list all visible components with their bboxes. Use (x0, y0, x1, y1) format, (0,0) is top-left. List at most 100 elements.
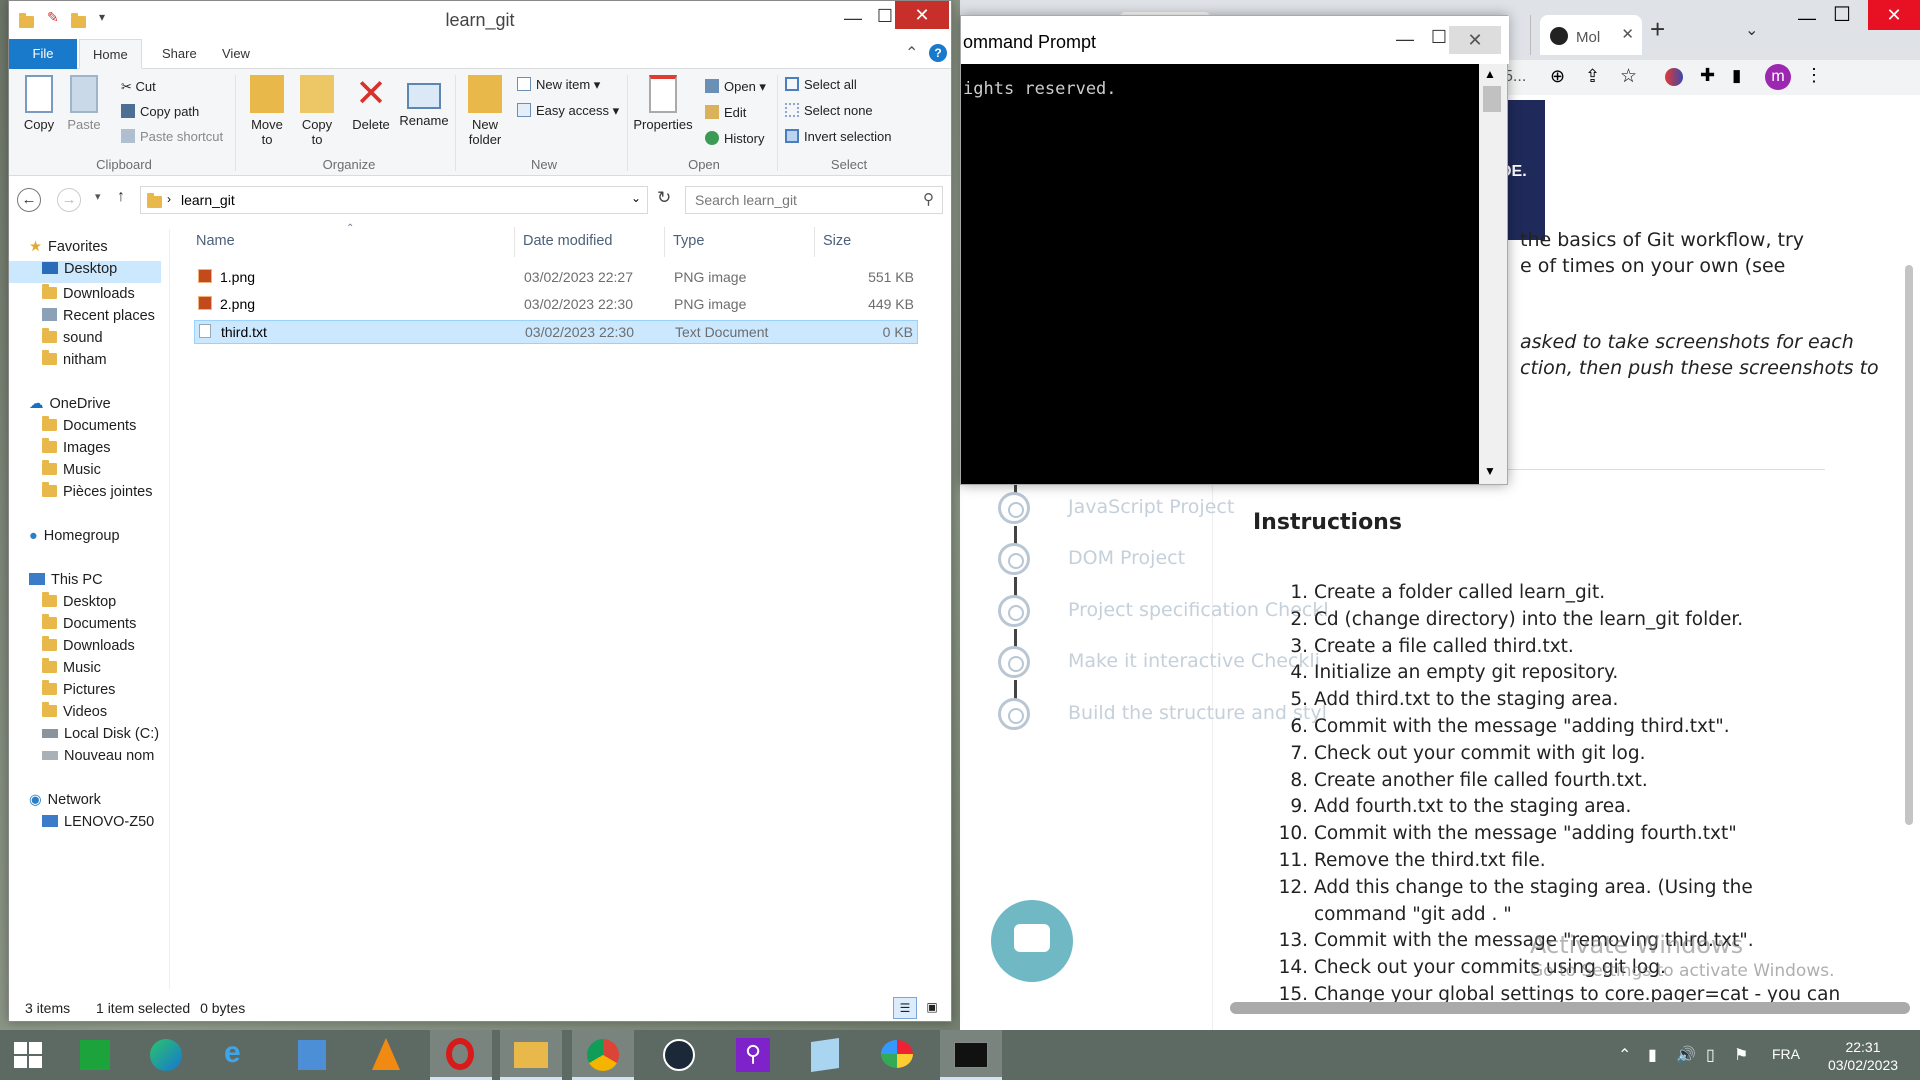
scroll-thumb[interactable] (1483, 86, 1501, 112)
column-date-modified[interactable]: Date modified (523, 233, 612, 249)
cmd-close-button[interactable]: ✕ (1449, 26, 1501, 54)
signal-icon[interactable]: ▮ (1648, 1045, 1657, 1065)
horizontal-scrollbar[interactable] (1230, 1002, 1910, 1014)
bookmark-star-icon[interactable]: ☆ (1620, 65, 1637, 88)
scroll-up-icon[interactable]: ▲ (1484, 67, 1496, 81)
chat-launcher-button[interactable] (991, 900, 1073, 982)
copy-to-button[interactable]: Copy to (295, 75, 339, 147)
show-hidden-icons-chevron-icon[interactable]: ⌃ (1618, 1045, 1631, 1065)
nav-local-disk[interactable]: Local Disk (C:) (42, 726, 159, 742)
address-bar[interactable]: -45d5... ⊕ ⇪ ☆ ✚ ▮ m ⋮ (1460, 60, 1920, 95)
notification-flag-icon[interactable]: ⚑ (1734, 1045, 1748, 1065)
taskbar-clock[interactable]: 22:31 03/02/2023 (1808, 1038, 1918, 1074)
tab-share[interactable]: Share (149, 39, 210, 69)
edit-button[interactable]: Edit (705, 105, 746, 120)
move-to-button[interactable]: Move to (245, 75, 289, 147)
nav-pc-videos[interactable]: Videos (42, 702, 107, 720)
file-row-third-txt[interactable]: third.txt 03/02/2023 22:30 Text Document… (194, 320, 918, 344)
forward-arrow-icon[interactable]: → (57, 188, 81, 212)
maximize-button[interactable]: ☐ (1833, 2, 1851, 27)
minimize-button[interactable]: — (1798, 8, 1816, 29)
tab-search-chevron-icon[interactable]: ⌄ (1745, 20, 1758, 40)
nav-recent-places[interactable]: Recent places (42, 308, 155, 324)
quick-access-newfolder-icon[interactable] (71, 11, 92, 32)
taskbar-chrome[interactable] (572, 1030, 634, 1080)
zoom-icon[interactable]: ⊕ (1550, 66, 1565, 87)
start-button[interactable] (0, 1030, 62, 1080)
search-input[interactable]: Search learn_git ⚲ (685, 186, 943, 214)
easy-access-button[interactable]: Easy access ▾ (517, 103, 619, 119)
nav-nouveau-nom[interactable]: Nouveau nom (42, 748, 154, 764)
nav-network[interactable]: ◉ Network (29, 792, 101, 808)
history-button[interactable]: History (705, 131, 764, 146)
taskbar-video[interactable] (280, 1030, 342, 1080)
scroll-down-icon[interactable]: ▼ (1484, 464, 1496, 478)
cmd-scrollbar[interactable]: ▲ ▼ (1479, 64, 1507, 484)
copy-path-button[interactable]: Copy path (121, 104, 199, 119)
nav-pc-music[interactable]: Music (42, 658, 101, 676)
file-row-2-png[interactable]: 2.png 03/02/2023 22:30 PNG image 449 KB (194, 293, 918, 317)
column-size[interactable]: Size (823, 233, 851, 249)
tab-github[interactable]: Mol ✕ (1540, 15, 1642, 55)
select-all-button[interactable]: Select all (785, 77, 857, 92)
nav-pc-desktop[interactable]: Desktop (42, 592, 116, 610)
refresh-icon[interactable]: ↻ (657, 188, 671, 208)
nav-homegroup[interactable]: ● Homegroup (29, 528, 120, 544)
extension-color-icon[interactable] (1665, 68, 1683, 86)
taskbar-notes[interactable] (794, 1030, 856, 1080)
cut-button[interactable]: ✂ Cut (121, 79, 156, 95)
taskbar-command-prompt[interactable] (940, 1030, 1002, 1080)
taskbar-opera[interactable] (430, 1030, 492, 1080)
puzzle-extensions-icon[interactable]: ✚ (1700, 65, 1715, 86)
open-button[interactable]: Open ▾ (705, 79, 766, 95)
nav-onedrive-documents[interactable]: Documents (42, 416, 136, 434)
address-box[interactable]: › learn_git ⌄ (140, 186, 648, 214)
recent-chevron-icon[interactable]: ▾ (95, 190, 101, 203)
quick-access-folder-icon[interactable] (19, 11, 40, 32)
close-tab-icon[interactable]: ✕ (1621, 25, 1634, 43)
taskbar-search-app[interactable]: ⚲ (722, 1030, 784, 1080)
tab-view[interactable]: View (209, 39, 263, 69)
nav-pieces-jointes[interactable]: Pièces jointes (42, 482, 152, 500)
new-item-button[interactable]: New item ▾ (517, 77, 600, 93)
nav-onedrive-music[interactable]: Music (42, 460, 101, 478)
share-icon[interactable]: ⇪ (1585, 66, 1600, 87)
nav-this-pc[interactable]: This PC (29, 572, 103, 588)
select-none-button[interactable]: Select none (785, 103, 873, 118)
nav-onedrive[interactable]: ☁ OneDrive (29, 396, 111, 412)
column-type[interactable]: Type (673, 233, 704, 249)
invert-selection-button[interactable]: Invert selection (785, 129, 891, 144)
properties-button[interactable]: Properties (631, 75, 695, 132)
tab-file[interactable]: File (9, 39, 77, 69)
nav-favorites[interactable]: ★ Favorites (29, 239, 108, 255)
breadcrumb-learn-git[interactable]: learn_git (181, 192, 235, 208)
rename-button[interactable]: Rename (399, 75, 449, 128)
new-tab-button[interactable]: + (1650, 14, 1665, 45)
nav-downloads[interactable]: Downloads (42, 284, 135, 302)
nav-pc-pictures[interactable]: Pictures (42, 680, 115, 698)
column-name[interactable]: Name (196, 233, 235, 249)
large-icons-view-icon[interactable]: ▣ (921, 997, 943, 1019)
side-panel-icon[interactable]: ▮ (1732, 66, 1741, 86)
nav-sound[interactable]: sound (42, 328, 103, 346)
help-icon[interactable]: ? (929, 44, 947, 62)
taskbar-ie[interactable]: e (208, 1030, 270, 1080)
paste-shortcut-button[interactable]: Paste shortcut (121, 129, 223, 144)
input-language[interactable]: FRA (1772, 1046, 1800, 1062)
nav-onedrive-images[interactable]: Images (42, 438, 111, 456)
new-folder-button[interactable]: New folder (463, 75, 507, 147)
up-arrow-icon[interactable]: ↑ (117, 188, 125, 206)
back-arrow-icon[interactable]: ← (17, 188, 41, 212)
details-view-icon[interactable]: ☰ (893, 997, 917, 1019)
taskbar-file-explorer[interactable] (500, 1030, 562, 1080)
explorer-close-button[interactable]: ✕ (895, 1, 949, 29)
taskbar-vlc[interactable] (356, 1030, 418, 1080)
volume-icon[interactable]: 🔊 (1676, 1045, 1696, 1065)
nav-pc-documents[interactable]: Documents (42, 614, 136, 632)
nav-desktop[interactable]: Desktop (9, 261, 161, 283)
taskbar-store[interactable] (64, 1030, 126, 1080)
menu-kebab-icon[interactable]: ⋮ (1805, 65, 1823, 86)
nav-lenovo[interactable]: LENOVO-Z50 (42, 814, 154, 830)
nav-pc-downloads[interactable]: Downloads (42, 636, 135, 654)
cmd-console[interactable]: ights reserved. (961, 64, 1479, 484)
